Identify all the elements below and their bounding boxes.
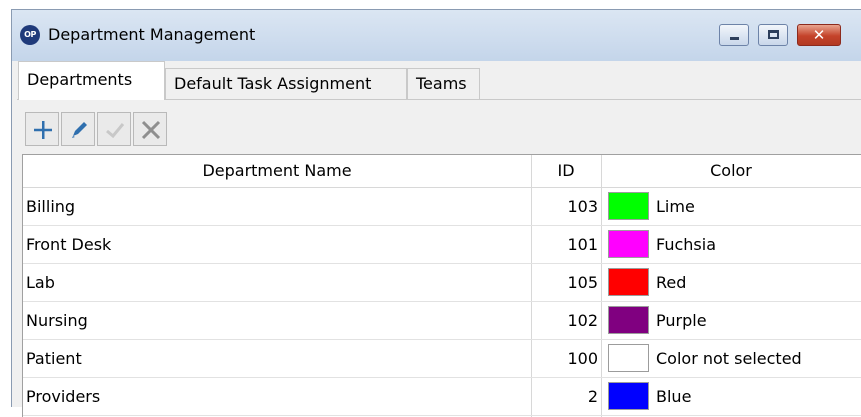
maximize-icon: [768, 30, 779, 39]
department-management-window: OP Department Management ✕ Departments D…: [11, 9, 861, 417]
color-name-cell: Red: [656, 273, 687, 292]
department-name-cell: Patient: [26, 349, 82, 368]
color-name-cell: Purple: [656, 311, 707, 330]
plus-icon: [34, 121, 52, 139]
check-icon: [106, 123, 125, 139]
table-row[interactable]: Patient 100 Color not selected: [23, 340, 861, 378]
table-row[interactable]: Billing 103 Lime: [23, 188, 861, 226]
color-name-cell: Color not selected: [656, 349, 802, 368]
table-row[interactable]: Lab 105 Red: [23, 264, 861, 302]
table-row[interactable]: Providers 2 Blue: [23, 378, 861, 416]
table-row[interactable]: Front Desk 101 Fuchsia: [23, 226, 861, 264]
column-header-id[interactable]: ID: [531, 155, 601, 187]
tab-teams[interactable]: Teams: [407, 68, 480, 99]
add-button[interactable]: [25, 112, 59, 146]
minimize-button[interactable]: [719, 24, 749, 46]
column-header-department-name[interactable]: Department Name: [23, 155, 531, 187]
department-name-cell: Providers: [26, 387, 101, 406]
department-name-cell: Lab: [26, 273, 55, 292]
department-name-cell: Nursing: [26, 311, 88, 330]
department-id-cell: 102: [567, 311, 598, 330]
color-swatch: [608, 306, 649, 334]
table-header: Department Name ID Color: [23, 155, 861, 188]
color-name-cell: Lime: [656, 197, 695, 216]
color-name-cell: Blue: [656, 387, 692, 406]
cancel-button[interactable]: [133, 112, 167, 146]
color-swatch: [608, 344, 649, 372]
table-row[interactable]: Nursing 102 Purple: [23, 302, 861, 340]
department-name-cell: Billing: [26, 197, 76, 216]
title-bar[interactable]: OP Department Management ✕: [12, 10, 861, 61]
tab-departments[interactable]: Departments: [18, 61, 165, 100]
window-title: Department Management: [48, 25, 256, 44]
color-name-cell: Fuchsia: [656, 235, 716, 254]
edit-button[interactable]: [61, 112, 95, 146]
column-header-color[interactable]: Color: [601, 155, 861, 187]
close-button[interactable]: ✕: [797, 24, 841, 46]
departments-table: Department Name ID Color Billing 103 Lim…: [22, 154, 861, 417]
department-id-cell: 105: [567, 273, 598, 292]
department-name-cell: Front Desk: [26, 235, 112, 254]
minimize-icon: [730, 37, 739, 40]
save-button[interactable]: [97, 112, 131, 146]
app-logo-icon: OP: [20, 25, 40, 45]
close-icon: ✕: [812, 26, 826, 44]
department-id-cell: 103: [567, 197, 598, 216]
tab-default-task-assignment[interactable]: Default Task Assignment: [165, 68, 407, 99]
department-id-cell: 101: [567, 235, 598, 254]
color-swatch: [608, 192, 649, 220]
x-icon: [141, 120, 161, 140]
color-swatch: [608, 230, 649, 258]
color-swatch: [608, 268, 649, 296]
pencil-icon: [72, 122, 87, 138]
department-id-cell: 2: [587, 387, 598, 406]
department-id-cell: 100: [567, 349, 598, 368]
maximize-button[interactable]: [758, 24, 788, 46]
